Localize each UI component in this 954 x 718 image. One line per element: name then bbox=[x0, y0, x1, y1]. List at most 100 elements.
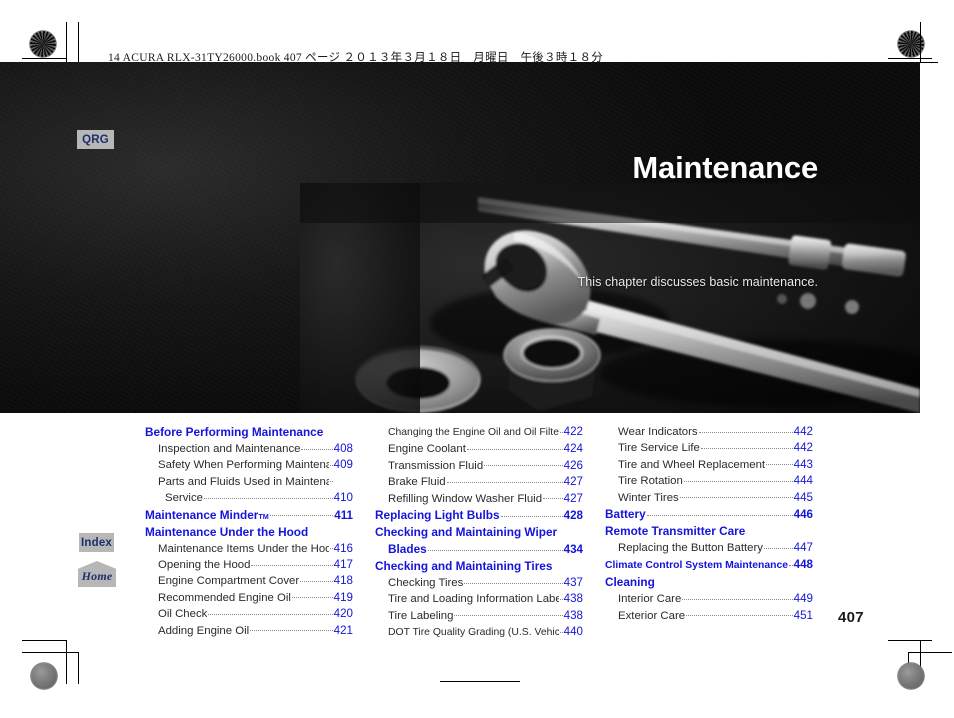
toc-entry-page-number: 442 bbox=[793, 441, 813, 455]
toc-section-entry[interactable]: Cleaning bbox=[605, 574, 813, 591]
toc-entry[interactable]: DOT Tire Quality Grading (U.S. Vehicles)… bbox=[375, 624, 583, 641]
toc-entry[interactable]: Changing the Engine Oil and Oil Filter 42… bbox=[375, 424, 583, 441]
toc-section-entry[interactable]: Battery 446 bbox=[605, 506, 813, 523]
toc-entry-page-number: 438 bbox=[563, 592, 583, 606]
toc-entry-label: Safety When Performing Maintenance bbox=[158, 459, 329, 472]
toc-entry[interactable]: Opening the Hood 417 bbox=[145, 557, 353, 573]
toc-entry[interactable]: Interior Care 449 bbox=[605, 591, 813, 607]
toc-entry-label: Climate Control System Maintenance bbox=[605, 560, 789, 572]
toc-entry-label: Adding Engine Oil bbox=[158, 624, 250, 637]
tab-label-index: Index bbox=[80, 536, 113, 549]
toc-section-entry[interactable]: Blades 434 bbox=[375, 541, 583, 558]
chapter-hero-banner: Maintenance This chapter discusses basic… bbox=[0, 62, 920, 413]
toc-entry-label: Tire Rotation bbox=[618, 475, 683, 488]
toc-dot-leader bbox=[764, 547, 793, 549]
toc-entry[interactable]: Tire Labeling 438 bbox=[375, 608, 583, 624]
crop-line-vertical bbox=[78, 652, 80, 684]
toc-entry-page-number: 434 bbox=[563, 543, 583, 557]
print-slug-line: 14 ACURA RLX-31TY26000.book 407 ページ ２０１３… bbox=[108, 52, 604, 64]
toc-entry[interactable]: Engine Compartment Cover 418 bbox=[145, 573, 353, 589]
toc-entry[interactable]: Replacing the Button Battery 447 bbox=[605, 540, 813, 556]
toc-dot-leader bbox=[466, 448, 563, 450]
toc-section-entry[interactable]: Maintenance Minder TM 411 bbox=[145, 507, 353, 524]
toc-entry-label: Exterior Care bbox=[618, 609, 686, 622]
toc-entry[interactable]: Service 410 bbox=[145, 490, 353, 506]
toc-dot-leader bbox=[700, 447, 793, 449]
toc-entry[interactable]: Adding Engine Oil 421 bbox=[145, 623, 353, 639]
crop-line-horizontal bbox=[908, 652, 952, 654]
crop-line-vertical bbox=[66, 640, 68, 684]
toc-entry[interactable]: Parts and Fluids Used in Maintenance bbox=[145, 474, 353, 490]
toc-entry-label: Wear Indicators bbox=[618, 426, 698, 438]
toc-section-entry[interactable]: Maintenance Under the Hood bbox=[145, 524, 353, 541]
toc-dot-leader bbox=[559, 631, 563, 633]
toc-entry-label: Recommended Engine Oil bbox=[158, 591, 291, 604]
toc-entry-page-number: 443 bbox=[793, 457, 813, 471]
toc-entry-label: Before Performing Maintenance bbox=[145, 425, 324, 439]
toc-column: Wear Indicators 442 Tire Service Life 442 Ti… bbox=[605, 424, 813, 642]
toc-entry[interactable]: Brake Fluid 427 bbox=[375, 474, 583, 490]
toc-column: Before Performing Maintenance Inspection … bbox=[145, 424, 353, 642]
toc-section-entry[interactable]: Remote Transmitter Care bbox=[605, 523, 813, 540]
toc-section-entry[interactable]: Climate Control System Maintenance 448 bbox=[605, 556, 813, 574]
toc-dot-leader bbox=[500, 515, 563, 517]
toc-entry-label: Oil Check bbox=[158, 608, 208, 621]
toc-entry[interactable]: Inspection and Maintenance 408 bbox=[145, 441, 353, 457]
toc-entry[interactable]: Refilling Window Washer Fluid 427 bbox=[375, 491, 583, 507]
tab-label-qrg: QRG bbox=[82, 133, 109, 146]
toc-entry[interactable]: Wear Indicators 442 bbox=[605, 424, 813, 440]
table-of-contents: Before Performing Maintenance Inspection … bbox=[145, 424, 825, 642]
sidebar-item-index[interactable]: Index bbox=[79, 533, 114, 552]
toc-entry[interactable]: Exterior Care 451 bbox=[605, 608, 813, 624]
toc-entry-page-number: 444 bbox=[793, 474, 813, 488]
crop-line-vertical bbox=[78, 22, 80, 62]
toc-dot-leader bbox=[553, 567, 563, 568]
toc-entry[interactable]: Tire Rotation 444 bbox=[605, 473, 813, 489]
wrench-photo-illustration bbox=[300, 183, 920, 413]
toc-entry[interactable]: Safety When Performing Maintenance 409 bbox=[145, 457, 353, 473]
toc-section-entry[interactable]: Checking and Maintaining Wiper bbox=[375, 524, 583, 541]
toc-entry-page-number: 445 bbox=[793, 490, 813, 504]
tab-label-home: Home bbox=[81, 569, 113, 583]
chapter-subtitle: This chapter discusses basic maintenance… bbox=[577, 275, 818, 289]
toc-entry[interactable]: Tire Service Life 442 bbox=[605, 440, 813, 456]
toc-entry-page-number: 446 bbox=[793, 508, 813, 522]
toc-entry-page-number: 442 bbox=[793, 425, 813, 438]
toc-entry[interactable]: Checking Tires 437 bbox=[375, 575, 583, 591]
toc-entry-page-number: 438 bbox=[563, 608, 583, 622]
toc-section-entry[interactable]: Replacing Light Bulbs 428 bbox=[375, 507, 583, 524]
toc-entry[interactable]: Oil Check 420 bbox=[145, 606, 353, 622]
toc-dot-leader bbox=[291, 596, 333, 599]
toc-section-entry[interactable]: Before Performing Maintenance bbox=[145, 424, 353, 441]
toc-entry-page-number: 418 bbox=[333, 574, 353, 588]
toc-entry-label: Engine Coolant bbox=[388, 443, 466, 456]
toc-section-entry[interactable]: Checking and Maintaining Tires bbox=[375, 558, 583, 575]
toc-entry[interactable]: Tire and Wheel Replacement 443 bbox=[605, 457, 813, 473]
toc-entry-page-number: 440 bbox=[563, 625, 583, 639]
toc-entry[interactable]: Maintenance Items Under the Hood 416 bbox=[145, 541, 353, 557]
toc-entry-label: Opening the Hood bbox=[158, 559, 251, 572]
toc-column: Changing the Engine Oil and Oil Filter 42… bbox=[375, 424, 583, 642]
toc-entry-label: Tire Labeling bbox=[388, 609, 454, 622]
toc-entry-label: Tire and Wheel Replacement bbox=[618, 458, 766, 471]
sidebar-item-home[interactable]: Home bbox=[78, 561, 116, 587]
toc-entry-label: Blades bbox=[388, 542, 427, 557]
toc-dot-leader bbox=[324, 433, 333, 434]
toc-entry-page-number: 451 bbox=[793, 608, 813, 622]
toc-dot-leader bbox=[746, 532, 793, 533]
registration-mark bbox=[27, 607, 73, 653]
toc-entry[interactable]: Recommended Engine Oil 419 bbox=[145, 590, 353, 606]
toc-entry-label: Replacing Light Bulbs bbox=[375, 508, 500, 523]
toc-dot-leader bbox=[683, 480, 793, 482]
halftone-target-bottom-right bbox=[898, 663, 924, 689]
toc-entry-page-number: 422 bbox=[563, 425, 583, 438]
sidebar-item-qrg[interactable]: QRG bbox=[77, 130, 114, 149]
toc-dot-leader bbox=[698, 431, 793, 433]
toc-entry[interactable]: Tire and Loading Information Label 438 bbox=[375, 591, 583, 607]
toc-entry[interactable]: Winter Tires 445 bbox=[605, 490, 813, 506]
toc-entry[interactable]: Transmission Fluid 426 bbox=[375, 458, 583, 474]
toc-dot-leader bbox=[250, 629, 333, 632]
toc-entry-label: Remote Transmitter Care bbox=[605, 524, 746, 539]
toc-entry-label: Maintenance Minder bbox=[145, 507, 259, 522]
toc-entry[interactable]: Engine Coolant 424 bbox=[375, 441, 583, 457]
